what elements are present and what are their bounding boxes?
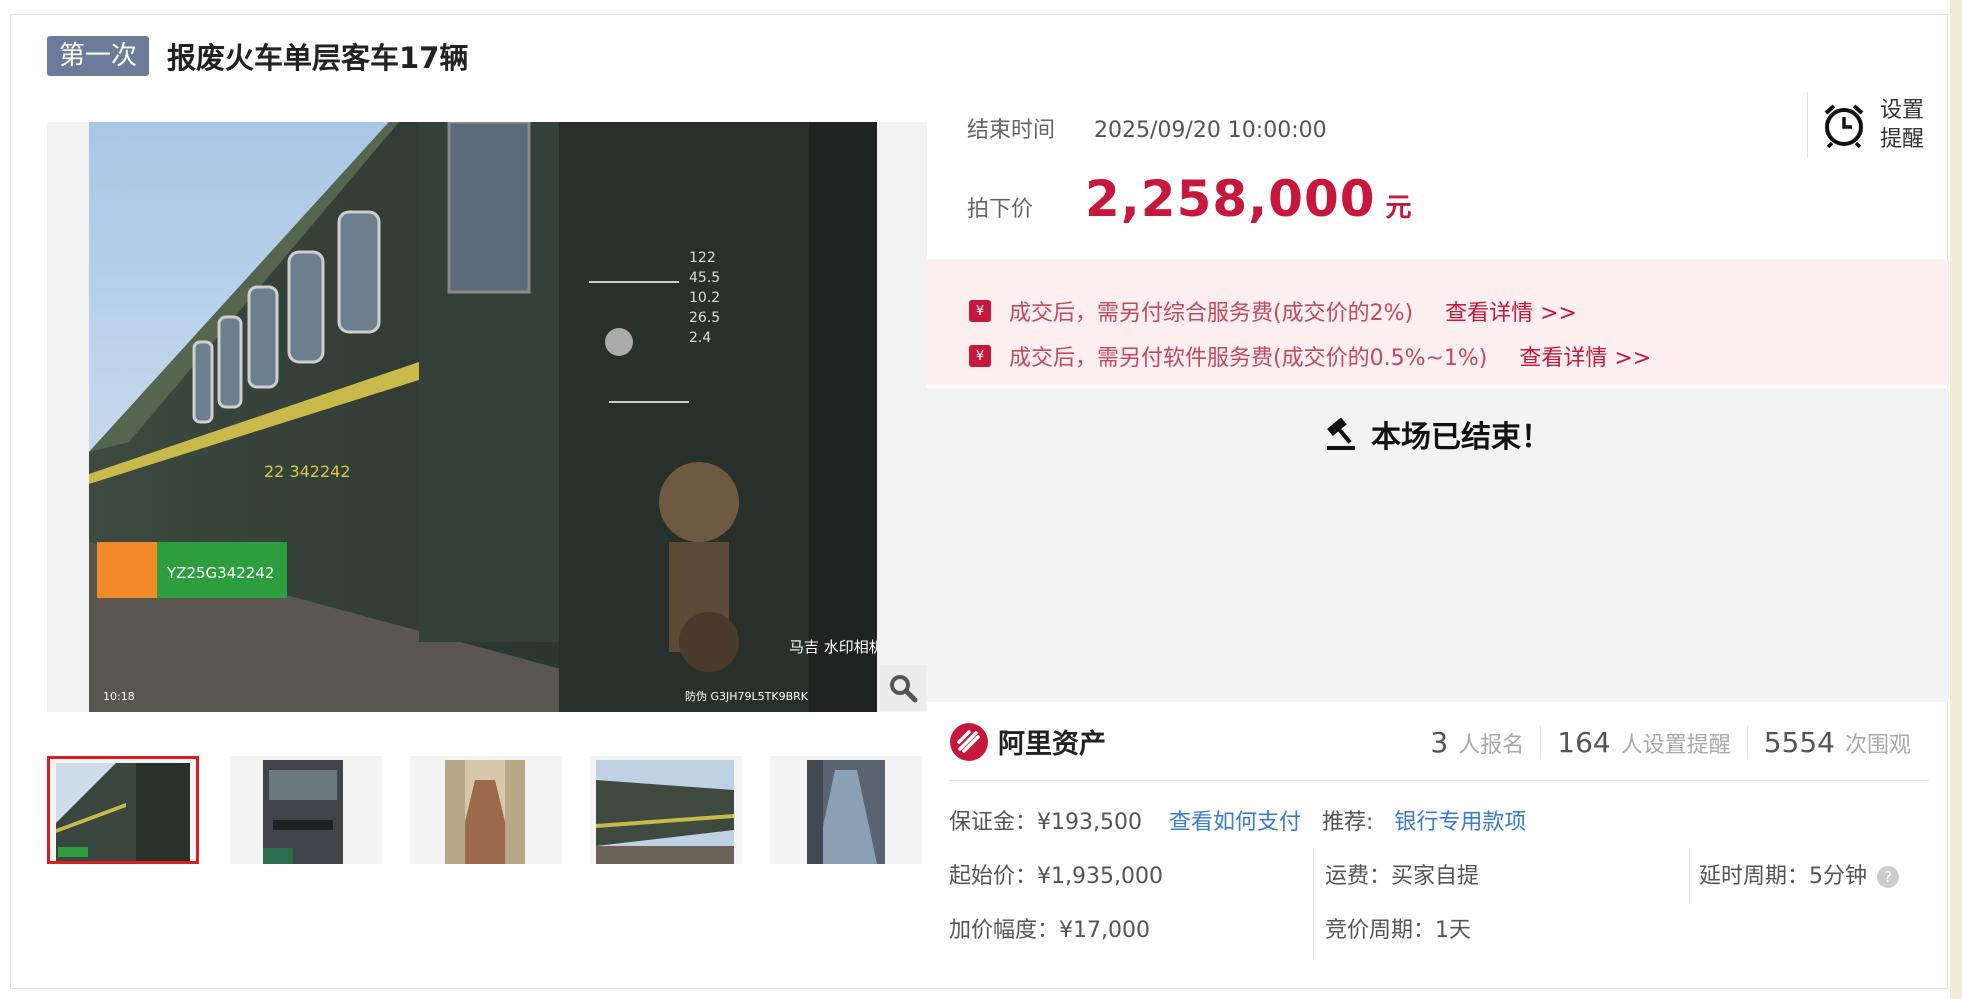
thumbnail-5[interactable] [770, 756, 922, 864]
end-time-value: 2025/09/20 10:00:00 [1094, 118, 1327, 143]
bank-fund-link[interactable]: 银行专用款项 [1394, 810, 1526, 835]
end-time-row: 结束时间 2025/09/20 10:00:00 [967, 112, 1327, 144]
brand-name: 阿里资产 [998, 729, 1106, 760]
stat-views-label: 次围观 [1844, 733, 1911, 758]
page-title: 报废火车单层客车17辆 [167, 41, 469, 75]
page-edge-strip [1950, 0, 1962, 999]
stat-signups-number: 3 [1430, 726, 1449, 759]
svg-text:45.5: 45.5 [689, 270, 720, 286]
svg-text:26.5: 26.5 [689, 310, 720, 326]
fee-text-1: 成交后，需另付综合服务费(成交价的2%) [1009, 301, 1414, 326]
divider [1313, 848, 1314, 960]
price-row: 拍下价 2,258,000 元 [967, 170, 1412, 228]
remind-label-1: 设置 [1880, 98, 1925, 123]
increment: 加价幅度：¥17,000 [949, 918, 1150, 943]
deposit-row: 保证金：¥193,500 查看如何支付 推荐: 银行专用款项 [949, 804, 1526, 836]
fee-detail-link-1[interactable]: 查看详情 >> [1445, 295, 1577, 327]
bid-period: 竞价周期：1天 [1325, 918, 1471, 943]
thumbnail-3[interactable] [410, 756, 562, 864]
thumbnail-1[interactable] [47, 756, 199, 864]
brand[interactable]: 阿里资产 [950, 722, 1106, 761]
delay-row: 延时周期：5分钟? [1699, 858, 1899, 890]
end-time-label: 结束时间 [967, 118, 1056, 143]
main-photo-frame[interactable]: 122 45.5 10.2 26.5 2.4 YZ25G342242 10:18 防伪… [47, 122, 927, 712]
train-photo: 122 45.5 10.2 26.5 2.4 YZ25G342242 10:18 防伪… [89, 122, 877, 712]
magnifier-icon[interactable] [880, 665, 926, 711]
stat-views-number: 5554 [1763, 726, 1835, 759]
auction-ended-text: 本场已结束！ [1371, 420, 1551, 455]
photo-watermark-text: 马吉 水印相机 [789, 638, 877, 656]
ali-assets-logo-icon [950, 722, 988, 761]
fee-notice-1: ¥ 成交后，需另付综合服务费(成交价的2%) 查看详情 >> [969, 295, 1577, 327]
set-reminder-button[interactable]: 设置 提醒 [1807, 92, 1948, 158]
fee-text-2: 成交后，需另付软件服务费(成交价的0.5%~1%) [1009, 346, 1488, 371]
alarm-clock-icon [1824, 104, 1864, 149]
remind-label-2: 提醒 [1880, 127, 1925, 152]
divider [1689, 848, 1690, 904]
stat-signups: 3 人报名 [1414, 726, 1540, 759]
thumbnail-4[interactable] [590, 756, 742, 864]
stat-views: 5554 次围观 [1746, 726, 1927, 759]
stat-reminders-number: 164 [1557, 726, 1611, 759]
fee-notice-2: ¥ 成交后，需另付软件服务费(成交价的0.5%~1%) 查看详情 >> [969, 340, 1651, 372]
photo-side-text: 22 342242 [264, 462, 351, 481]
gavel-icon [1327, 417, 1355, 450]
how-to-pay-link[interactable]: 查看如何支付 [1169, 810, 1301, 835]
stat-signups-label: 人报名 [1458, 733, 1525, 758]
yuan-bag-icon: ¥ [969, 300, 991, 322]
thumbnail-2[interactable] [230, 756, 382, 864]
fee-detail-link-2[interactable]: 查看详情 >> [1519, 340, 1651, 372]
auction-ended-panel: 本场已结束！ [927, 388, 1949, 702]
photo-plate-text: YZ25G342242 [166, 564, 274, 582]
main-photo[interactable]: 122 45.5 10.2 26.5 2.4 YZ25G342242 10:18 防伪… [89, 122, 877, 712]
svg-text:10.2: 10.2 [689, 290, 720, 306]
yuan-bag-icon: ¥ [969, 345, 991, 367]
recommend-label: 推荐: [1322, 810, 1374, 835]
stat-reminders-label: 人设置提醒 [1620, 733, 1731, 758]
deposit-text: 保证金：¥193,500 [949, 810, 1142, 835]
photo-time-text: 10:18 [103, 690, 135, 703]
help-icon[interactable]: ? [1877, 866, 1899, 888]
divider [949, 780, 1929, 781]
stat-reminders: 164 人设置提醒 [1540, 726, 1746, 759]
round-badge: 第一次 [47, 36, 150, 76]
thumbnail-strip [47, 756, 927, 868]
svg-text:2.4: 2.4 [689, 330, 711, 346]
photo-code-text: 防伪 G3JH79L5TK9BRK [685, 689, 809, 703]
delay-period: 延时周期：5分钟 [1699, 864, 1867, 889]
price-value: 2,258,000 [1085, 170, 1376, 228]
price-unit: 元 [1385, 193, 1412, 223]
fee-notice-box: ¥ 成交后，需另付综合服务费(成交价的2%) 查看详情 >> ¥ 成交后，需另付… [927, 259, 1949, 385]
start-price: 起始价：¥1,935,000 [949, 864, 1163, 889]
svg-text:122: 122 [689, 250, 716, 266]
stats: 3 人报名 164 人设置提醒 5554 次围观 [1414, 726, 1927, 759]
shipping: 运费：买家自提 [1325, 864, 1480, 889]
title-bar: 第一次 报废火车单层客车17辆 [47, 34, 468, 78]
price-label: 拍下价 [967, 197, 1034, 222]
